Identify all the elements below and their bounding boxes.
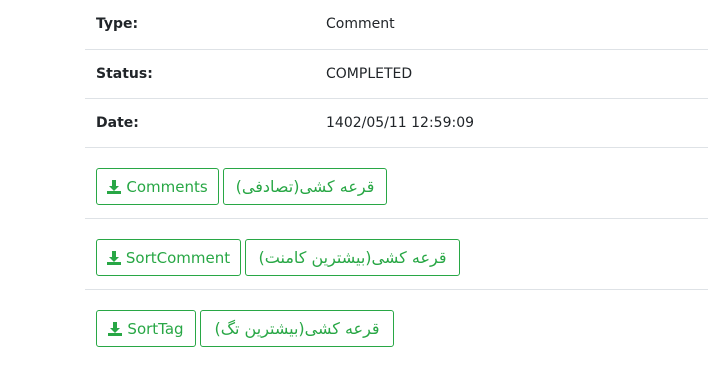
sorttag-download-button[interactable]: SortTag: [96, 310, 196, 347]
status-row: Status: COMPLETED: [85, 49, 708, 98]
status-value: COMPLETED: [326, 66, 413, 82]
sorttag-action-row: SortTag قرعه کشی(بیشترین تگ): [85, 289, 708, 360]
type-row: Type: Comment: [85, 0, 708, 49]
random-draw-button[interactable]: قرعه کشی(تصادفی): [223, 168, 387, 205]
sortcomment-action-row: SortComment قرعه کشی(بیشترین کامنت): [85, 218, 708, 289]
sortcomment-download-label: SortComment: [125, 248, 231, 267]
random-draw-label: قرعه کشی(تصادفی): [235, 177, 375, 196]
download-icon: [107, 179, 122, 194]
comments-action-row: Comments قرعه کشی(تصادفی): [85, 147, 708, 218]
sorttag-download-label: SortTag: [127, 319, 184, 338]
type-label: Type:: [96, 16, 139, 32]
date-value: 1402/05/11 12:59:09: [326, 115, 475, 131]
date-label: Date:: [96, 115, 139, 131]
most-comments-draw-button[interactable]: قرعه کشی(بیشترین کامنت): [245, 239, 460, 276]
most-tags-draw-label: قرعه کشی(بیشترین تگ): [214, 319, 380, 338]
download-icon: [108, 321, 123, 336]
type-value: Comment: [326, 16, 395, 32]
sortcomment-download-button[interactable]: SortComment: [96, 239, 241, 276]
most-comments-draw-label: قرعه کشی(بیشترین کامنت): [258, 248, 447, 267]
most-tags-draw-button[interactable]: قرعه کشی(بیشترین تگ): [200, 310, 394, 347]
status-label: Status:: [96, 66, 153, 82]
details-panel: Type: Comment Status: COMPLETED Date: 14…: [85, 0, 708, 360]
comments-download-label: Comments: [126, 177, 208, 196]
download-icon: [106, 250, 121, 265]
date-row: Date: 1402/05/11 12:59:09: [85, 98, 708, 147]
comments-download-button[interactable]: Comments: [96, 168, 219, 205]
